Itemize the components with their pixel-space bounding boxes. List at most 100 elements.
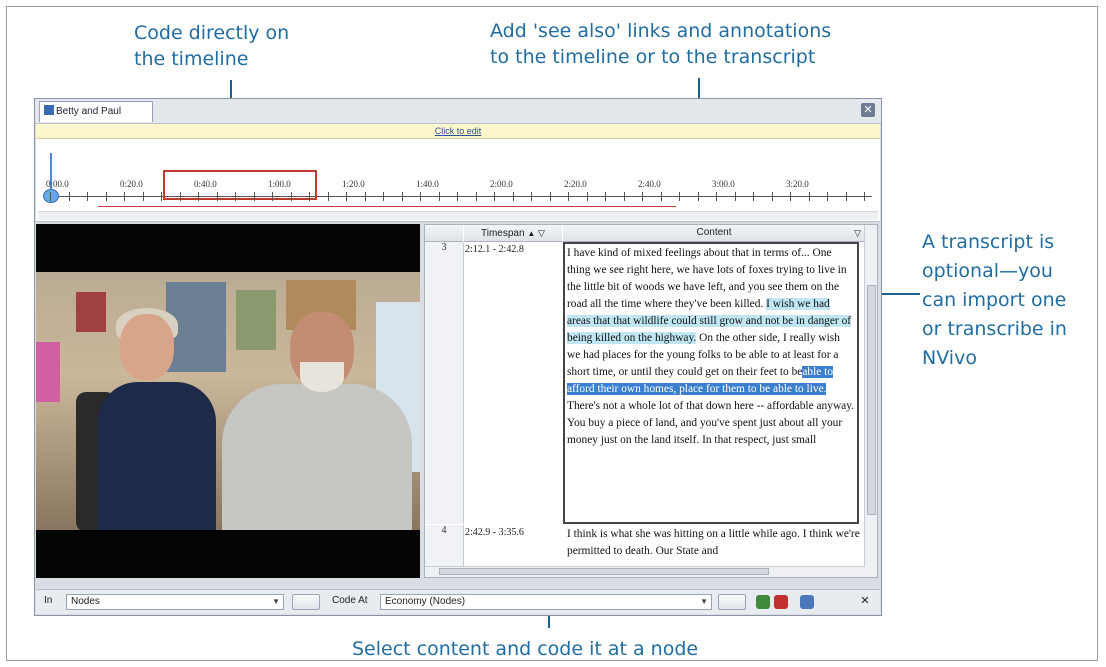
timeline-time-label: 0:20.0 (120, 179, 143, 189)
timeline-time-label: 3:20.0 (786, 179, 809, 189)
playhead-handle[interactable] (43, 153, 59, 205)
timeline-tick (365, 192, 366, 201)
callout-line-2: to the timeline or to the transcript (490, 46, 816, 68)
timeline-tick (143, 192, 144, 201)
timeline-tick (605, 192, 606, 201)
timeline-tick (753, 192, 754, 201)
select-node-button[interactable] (718, 594, 746, 610)
timeline-tick (735, 192, 736, 201)
timeline-tick (568, 192, 569, 201)
nvivo-media-window: Betty and Paul ✕ Click to edit 0:00.0 0:2… (34, 98, 882, 616)
callout-line-1: Select content and code it at a node (352, 638, 699, 660)
timeline-tick (864, 192, 865, 201)
callout-line-1: Add 'see also' links and annotations (490, 20, 832, 42)
column-header-content[interactable]: Content ▽ (563, 225, 865, 242)
browse-button[interactable] (292, 594, 320, 610)
timeline-tick (180, 192, 181, 201)
timeline-tick (772, 192, 773, 201)
timeline-scrollbar[interactable] (38, 211, 878, 220)
timeline-time-label: 2:40.0 (638, 179, 661, 189)
filter-icon[interactable]: ▽ (538, 228, 545, 238)
filter-icon[interactable]: ▽ (854, 225, 861, 241)
timeline-tick (531, 192, 532, 201)
chevron-down-icon: ▼ (272, 597, 280, 606)
timeline-tick (309, 192, 310, 201)
callout-line-1: Code directly on (134, 22, 290, 44)
timeline-tick (272, 192, 273, 201)
timeline-tick (50, 192, 51, 201)
timeline-tick (679, 192, 680, 201)
row-number: 4 (425, 525, 464, 567)
timeline-tick (661, 192, 662, 201)
column-header-timespan[interactable]: Timespan ▲ ▽ (464, 225, 562, 242)
timeline-tick (439, 192, 440, 201)
timeline-tick (69, 192, 70, 201)
code-at-dropdown[interactable]: Economy (Nodes) ▼ (380, 594, 712, 610)
callout-line-2: the timeline (134, 48, 249, 70)
transcript-row-content[interactable]: I think is what she was hitting on a lit… (563, 525, 867, 569)
woman-face (120, 314, 174, 380)
timeline-selection-highlight (163, 170, 317, 200)
callout-line-4: or transcribe in (922, 318, 1067, 340)
chevron-down-icon: ▼ (700, 597, 708, 606)
tab-betty-and-paul[interactable]: Betty and Paul (39, 101, 153, 122)
timeline-tick (87, 192, 88, 201)
vertical-scrollbar[interactable] (864, 225, 877, 577)
timeline-tick (161, 192, 162, 201)
timeline-tick (217, 192, 218, 201)
close-icon[interactable]: ✕ (861, 103, 875, 117)
callout-code-timeline: Code directly on the timeline (134, 20, 289, 72)
timeline-tick (328, 192, 329, 201)
timeline-tick (254, 192, 255, 201)
callout-line-3: can import one (922, 289, 1067, 311)
row-timespan[interactable]: 2:42.9 - 3:35.6 (465, 527, 561, 538)
wall-decor (76, 292, 106, 332)
woman-figure (98, 382, 216, 530)
timeline-tick (476, 192, 477, 201)
timeline-time-label: 1:00.0 (268, 179, 291, 189)
timeline-tick (642, 192, 643, 201)
scroll-thumb[interactable] (439, 568, 769, 575)
video-player[interactable] (36, 224, 420, 578)
timeline-tick (402, 192, 403, 201)
playhead-knob (43, 189, 59, 203)
timeline-tick (383, 192, 384, 201)
click-to-edit-link[interactable]: Click to edit (36, 124, 880, 139)
timeline-time-label: 1:20.0 (342, 179, 365, 189)
in-label: In (44, 595, 53, 606)
timeline-tick (420, 192, 421, 201)
uncode-icon[interactable] (774, 595, 788, 609)
tab-bar: Betty and Paul ✕ (35, 99, 881, 124)
timeline-tick (457, 192, 458, 201)
timeline-tick (494, 192, 495, 201)
close-codebar-icon[interactable]: ✕ (858, 594, 872, 610)
horizontal-scrollbar[interactable] (425, 566, 865, 577)
content-label: Content (696, 227, 732, 238)
transcript-text: There's not a whole lot of that down her… (567, 400, 855, 446)
video-file-icon (44, 105, 54, 115)
timeline-tick (346, 192, 347, 201)
transcript-grid[interactable]: Timespan ▲ ▽ Content ▽ 3 2:12.1 - 2:42.8… (424, 224, 878, 578)
timeline-tick (827, 192, 828, 201)
timeline-tick (550, 192, 551, 201)
timeline-tick (809, 192, 810, 201)
media-timeline[interactable]: 0:00.0 0:20.0 0:40.0 1:00.0 1:20.0 1:40.0 2:00… (36, 139, 880, 222)
scroll-thumb[interactable] (867, 285, 876, 515)
transcript-row-content[interactable]: I have kind of mixed feelings about that… (563, 242, 859, 524)
timeline-tick (716, 192, 717, 201)
timespan-label: Timespan (481, 228, 525, 239)
wall-decor (36, 342, 60, 402)
callout-select-code: Select content and code it at a node (352, 636, 698, 662)
callout-line-1: A transcript is (922, 231, 1055, 253)
row-timespan[interactable]: 2:12.1 - 2:42.8 (465, 244, 561, 255)
code-icon[interactable] (756, 595, 770, 609)
timeline-time-label: 1:40.0 (416, 179, 439, 189)
man-beard (300, 362, 344, 392)
coding-stripes-icon[interactable] (800, 595, 814, 609)
timeline-tick (698, 192, 699, 201)
nodes-dropdown[interactable]: Nodes ▼ (66, 594, 284, 610)
timeline-tick (291, 192, 292, 201)
timeline-tick (198, 192, 199, 201)
header-rownum (425, 225, 463, 242)
timeline-tick (235, 192, 236, 201)
